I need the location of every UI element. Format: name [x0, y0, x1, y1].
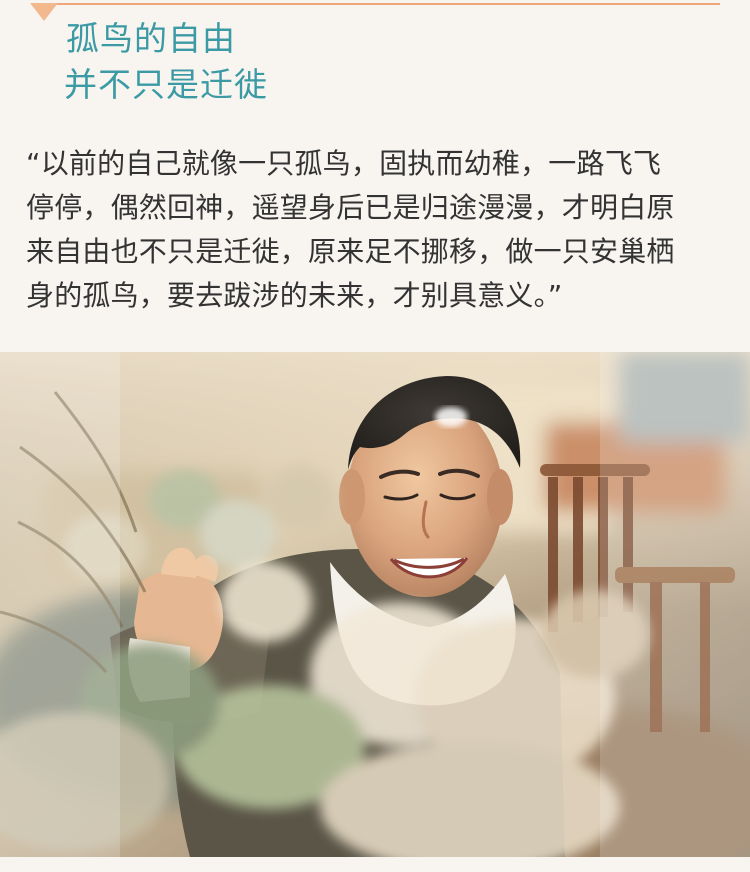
corner-triangle-decoration: [30, 3, 58, 21]
heading-line-2: 并不只是迁徙: [64, 65, 268, 104]
quote-paragraph: “以前的自己就像一只孤鸟，固执而幼稚，一路飞飞 停停，偶然回神，遥望身后已是归途…: [26, 147, 675, 312]
heading-line-1: 孤鸟的自由: [66, 19, 236, 58]
top-divider: [38, 3, 720, 5]
section-heading: 孤鸟的自由 并不只是迁徙: [64, 16, 268, 108]
portrait-photo: [0, 352, 750, 857]
